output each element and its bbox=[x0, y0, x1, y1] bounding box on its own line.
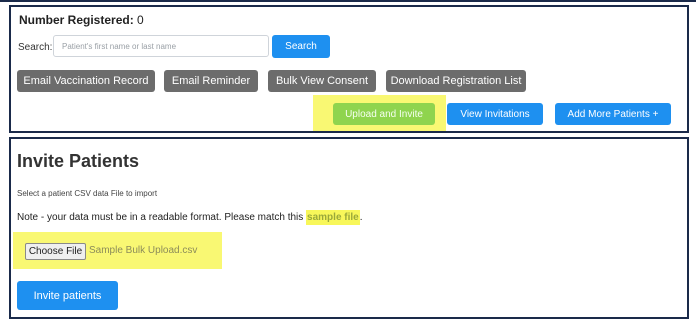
selected-file-name: Sample Bulk Upload.csv bbox=[89, 245, 198, 256]
search-button[interactable]: Search bbox=[272, 35, 330, 58]
invite-patients-title: Invite Patients bbox=[17, 151, 140, 171]
email-reminder-button[interactable]: Email Reminder bbox=[164, 70, 258, 92]
top-divider bbox=[0, 0, 696, 2]
format-note: Note - your data must be in a readable f… bbox=[17, 210, 363, 225]
download-registration-list-button[interactable]: Download Registration List bbox=[386, 70, 526, 92]
search-input[interactable] bbox=[53, 35, 269, 57]
invite-patients-panel: Invite Patients Select a patient CSV dat… bbox=[9, 137, 689, 319]
sample-file-link[interactable]: sample file bbox=[306, 210, 360, 225]
number-registered-label: Number Registered: bbox=[19, 13, 134, 27]
bulk-view-consent-button[interactable]: Bulk View Consent bbox=[268, 70, 376, 92]
select-csv-instructions: Select a patient CSV data File to import bbox=[17, 189, 158, 198]
choose-file-button[interactable]: Choose File bbox=[25, 243, 86, 260]
invite-patients-button[interactable]: Invite patients bbox=[17, 281, 118, 310]
number-registered-count: 0 bbox=[137, 13, 144, 27]
upload-and-invite-button[interactable]: Upload and Invite bbox=[333, 103, 435, 125]
add-more-patients-button[interactable]: Add More Patients + bbox=[555, 103, 671, 125]
number-registered: Number Registered: 0 bbox=[19, 13, 144, 27]
patient-management-panel: Number Registered: 0 Search: Search Emai… bbox=[9, 5, 689, 133]
search-label: Search: bbox=[18, 42, 53, 53]
view-invitations-button[interactable]: View Invitations bbox=[447, 103, 543, 125]
format-note-text: Note - your data must be in a readable f… bbox=[17, 212, 307, 223]
format-note-end: . bbox=[359, 212, 363, 223]
email-vaccination-record-button[interactable]: Email Vaccination Record bbox=[17, 70, 155, 92]
